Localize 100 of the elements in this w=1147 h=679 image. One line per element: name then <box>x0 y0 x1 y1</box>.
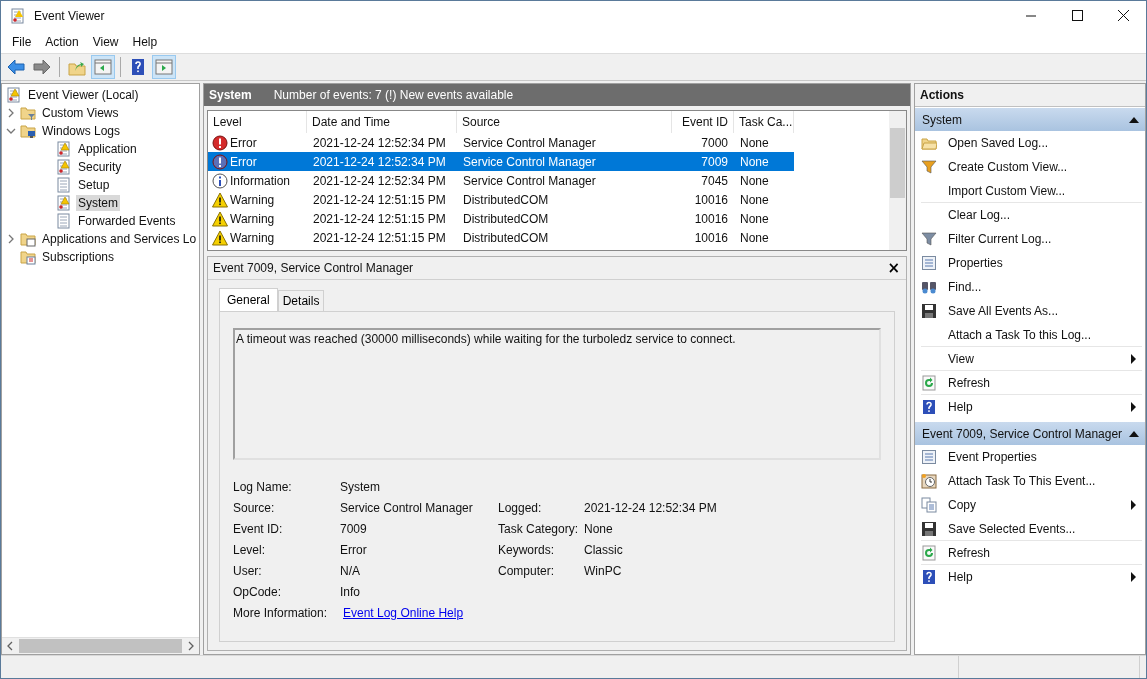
pane-command[interactable]: Help <box>948 400 973 414</box>
column-header[interactable]: Date and Time <box>307 111 457 133</box>
pane-command[interactable]: Event Properties <box>948 450 1037 464</box>
table-cell-text: 2021-12-24 12:52:34 PM <box>312 154 447 169</box>
expand-chevron-icon[interactable] <box>6 234 16 244</box>
event-row[interactable]: Information 2021-12-24 12:52:34 PM Service Control Manager 7045 None <box>208 171 794 190</box>
field-label: Level: <box>233 542 267 557</box>
tree-item[interactable]: Setup <box>76 177 112 193</box>
table-cell-text: Service Control Manager <box>462 154 597 169</box>
submenu-arrow-icon <box>1131 500 1136 510</box>
table-cell-text: None <box>739 211 770 226</box>
event-row[interactable]: Warning 2021-12-24 12:51:15 PM DistributedCOM 10016 None <box>208 209 794 228</box>
pane-command[interactable]: Properties <box>948 256 1003 270</box>
scroll-thumb[interactable] <box>890 128 905 198</box>
field-value: None <box>584 521 613 536</box>
tree-item[interactable]: Forwarded Events <box>76 213 178 229</box>
section-title: Event 7009, Service Control Manager <box>922 426 1123 441</box>
tree-item[interactable]: System <box>76 195 120 211</box>
app-icon <box>10 8 26 24</box>
pane-command[interactable]: View <box>948 351 974 366</box>
pane-command[interactable]: Help <box>948 570 973 584</box>
table-cell: Error <box>230 154 257 169</box>
table-cell-text: None <box>739 135 770 150</box>
close-button[interactable]: × <box>887 259 900 277</box>
log-icon <box>6 87 22 103</box>
pane-command[interactable]: Refresh <box>948 375 991 390</box>
table-cell-text: None <box>739 192 770 207</box>
pane-command[interactable]: Find... <box>948 280 982 294</box>
pane-command[interactable]: Clear Log... <box>948 208 1011 222</box>
field-label: Keywords: <box>498 542 556 557</box>
section-header[interactable]: Event 7009, Service Control Manager <box>915 422 1145 445</box>
field-value: 7009 <box>340 521 367 536</box>
caret-icon <box>1129 116 1139 123</box>
table-cell-text: 10016 <box>693 211 729 226</box>
pane-toggle-button[interactable] <box>152 55 176 79</box>
table-cell: Warning <box>230 230 275 245</box>
pane-icon <box>93 57 113 77</box>
pane-command[interactable]: Copy <box>948 498 976 512</box>
table-cell-text: 10016 <box>693 230 729 245</box>
warning-icon <box>212 229 228 246</box>
field-label: Source: <box>233 500 276 515</box>
pane-command[interactable]: Attach a Task To this Log... <box>948 327 1091 342</box>
pane-command[interactable]: Import Custom View... <box>948 183 1066 198</box>
pane-command[interactable]: Save All Events As... <box>948 304 1059 318</box>
table-cell-text: DistributedCOM <box>462 192 550 207</box>
folder-icon <box>921 135 937 151</box>
pane-command[interactable]: Filter Current Log... <box>948 232 1052 246</box>
table-cell-text: None <box>739 154 770 169</box>
pane-command[interactable]: Refresh <box>948 545 991 560</box>
table-cell-text: None <box>739 230 770 245</box>
event-row[interactable]: Error 2021-12-24 12:52:34 PM Service Control Manager 7009 None <box>208 152 794 171</box>
column-header[interactable]: Source <box>457 111 672 133</box>
folder-funnel-icon <box>20 105 36 121</box>
event-row[interactable]: Error 2021-12-24 12:52:34 PM Service Control Manager 7000 None <box>208 133 794 152</box>
submenu-arrow-icon <box>1131 572 1136 582</box>
tree-item[interactable]: Windows Logs <box>40 123 123 139</box>
field-label: Logged: <box>498 500 543 515</box>
event-row[interactable]: Warning 2021-12-24 12:51:15 PM DistributedCOM 10016 None <box>208 190 794 209</box>
help-link[interactable]: Event Log Online Help <box>343 605 464 620</box>
pane-command[interactable]: Save Selected Events... <box>948 521 1076 536</box>
field-label: Log Name: <box>233 479 293 494</box>
vertical-scrollbar[interactable] <box>889 111 906 250</box>
tree-item[interactable]: Event Viewer (Local) <box>26 87 141 103</box>
tab[interactable]: Details <box>277 290 325 311</box>
tree-item[interactable]: Security <box>76 159 124 175</box>
pane-icon <box>154 57 174 77</box>
log-icon <box>56 141 72 157</box>
table-cell: Warning <box>230 192 275 207</box>
pane-toggle-button[interactable] <box>91 55 115 79</box>
description-text: A timeout was reached (30000 milliseconds) while waiting for the turboledz service to connect. <box>236 332 736 346</box>
horizontal-scrollbar[interactable] <box>2 637 199 654</box>
menu-item[interactable]: Help <box>125 33 165 51</box>
table-cell: Information <box>230 173 291 188</box>
help-icon <box>921 569 937 585</box>
tree-item[interactable]: Applications and Services Lo <box>40 231 199 247</box>
properties-icon <box>921 449 937 465</box>
tab[interactable]: General <box>219 288 278 311</box>
pane-command[interactable]: Create Custom View... <box>948 160 1068 174</box>
pane-command[interactable]: Open Saved Log... <box>948 136 1049 150</box>
tree-item[interactable]: Custom Views <box>40 105 121 121</box>
field-value: WinPC <box>584 563 622 578</box>
menu-item[interactable]: View <box>85 33 126 51</box>
column-header[interactable]: Level <box>208 111 307 133</box>
back-arrow-icon <box>6 57 26 77</box>
scroll-thumb[interactable] <box>19 639 182 653</box>
table-cell-text: None <box>739 173 770 188</box>
clock-icon <box>921 473 937 489</box>
pane-command[interactable]: Attach Task To This Event... <box>948 474 1096 488</box>
caret-icon <box>1129 430 1139 437</box>
column-header[interactable]: Task Ca... <box>734 111 794 133</box>
expand-chevron-icon[interactable] <box>6 108 16 118</box>
section-header[interactable]: System <box>915 108 1145 131</box>
column-header[interactable]: Event ID <box>672 111 734 133</box>
collapse-chevron-icon[interactable] <box>6 126 16 136</box>
event-row[interactable]: Warning 2021-12-24 12:51:15 PM DistributedCOM 10016 None <box>208 228 794 247</box>
menu-item[interactable]: File <box>5 33 39 51</box>
menu-item[interactable]: Action <box>38 33 86 51</box>
tree-item[interactable]: Subscriptions <box>40 249 117 265</box>
tree-item[interactable]: Application <box>76 141 139 157</box>
folder-window-icon <box>20 231 36 247</box>
